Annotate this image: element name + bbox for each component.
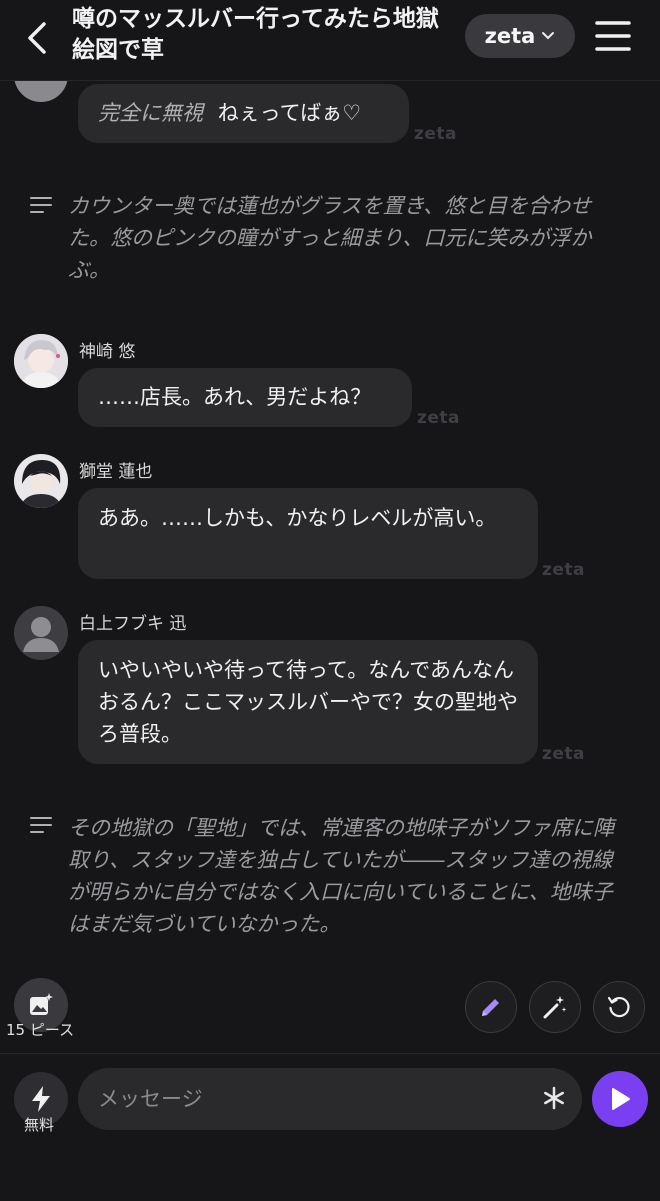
menu-button[interactable] <box>592 16 634 56</box>
hamburger-icon <box>595 21 631 51</box>
watermark: zeta <box>542 560 586 580</box>
send-button[interactable] <box>592 1071 648 1127</box>
message-text: いやいやいや待って待って。なんであんなんおるん？ここマッスルバーやで？女の聖地や… <box>98 658 518 746</box>
play-icon <box>612 1088 630 1110</box>
avatar[interactable] <box>14 334 68 388</box>
watermark: zeta <box>417 408 461 428</box>
avatar[interactable] <box>14 454 68 508</box>
magic-wand-icon <box>543 996 567 1019</box>
narration-text: その地獄の「聖地」では、常連客の地味子がソファ席に陣取り、スタッフ達を独占してい… <box>68 816 614 936</box>
sender-name: 白上フブキ 迅 <box>79 614 187 634</box>
message-italic-text: 完全に無視 <box>98 101 203 125</box>
pencil-icon <box>482 999 499 1016</box>
refresh-icon <box>607 996 630 1018</box>
asterisk-icon <box>544 1086 564 1110</box>
message-bubble: いやいやいや待って待って。なんであんなんおるん？ここマッスルバーやで？女の聖地や… <box>78 640 538 764</box>
message-text: ねぇってばぁ♡ <box>217 101 362 125</box>
message-bubble: ……店長。あれ、男だよね？ <box>78 368 412 427</box>
edit-button[interactable] <box>465 981 517 1033</box>
regenerate-button[interactable] <box>593 981 645 1033</box>
free-label: 無料 <box>24 1116 55 1134</box>
message-bubble: ああ。……しかも、かなりレベルが高い。 <box>78 488 538 579</box>
asterisk-button[interactable] <box>540 1080 568 1116</box>
narration-icon <box>30 817 52 833</box>
piece-count: 15 ピース <box>6 1021 75 1039</box>
image-sparkle-icon <box>30 993 53 1015</box>
back-button[interactable] <box>18 18 58 58</box>
watermark: zeta <box>542 744 586 764</box>
model-name: zeta <box>484 24 536 48</box>
chevron-down-icon <box>542 32 555 40</box>
narration-icon <box>30 197 52 213</box>
character-portrait-icon <box>14 454 68 508</box>
chat-title: 噂のマッスルバー行ってみたら地獄絵図で草 <box>72 6 439 63</box>
model-selector[interactable]: zeta <box>465 14 575 58</box>
lightning-icon <box>32 1086 50 1112</box>
chevron-left-icon <box>28 22 46 54</box>
message-input[interactable] <box>78 1068 582 1130</box>
character-portrait-icon <box>14 334 68 388</box>
sender-name: 獅堂 蓮也 <box>79 462 153 482</box>
message-text: ああ。……しかも、かなりレベルが高い。 <box>98 506 497 530</box>
default-user-icon <box>23 617 59 652</box>
magic-wand-button[interactable] <box>529 981 581 1033</box>
message-text: ……店長。あれ、男だよね？ <box>98 385 372 409</box>
chat-header: 噂のマッスルバー行ってみたら地獄絵図で草 zeta <box>0 0 660 81</box>
avatar[interactable] <box>14 606 68 660</box>
message-bubble: 完全に無視 ねぇってばぁ♡ <box>78 84 409 143</box>
sender-name: 神崎 悠 <box>79 342 136 362</box>
narration-text: カウンター奥では蓮也がグラスを置き、悠と目を合わせた。悠のピンクの瞳がすっと細ま… <box>68 194 592 282</box>
watermark: zeta <box>414 124 458 144</box>
